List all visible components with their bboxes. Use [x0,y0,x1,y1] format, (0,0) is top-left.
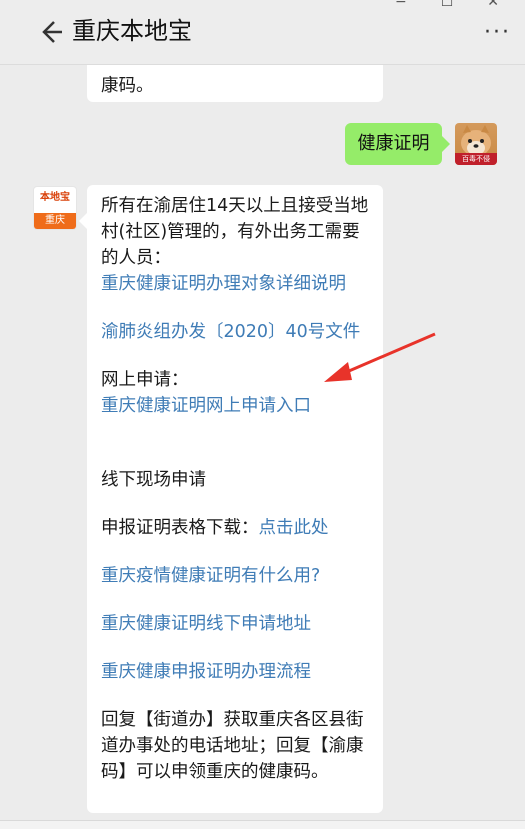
user-message-text: 健康证明 [357,133,430,154]
form-download-label: 申报证明表格下载： [101,518,259,538]
message-list[interactable]: 康码。 健康证明 百毒不侵 本地宝 重庆 所有在渝居住14天以上且接受当地村(社… [0,65,525,828]
form-download-row: 申报证明表格下载：点击此处 [101,515,369,541]
minimize-icon[interactable]: − [395,0,407,10]
offline-apply-label: 线下现场申请 [101,470,206,490]
link-click-here[interactable]: 点击此处 [259,518,329,538]
bot-avatar-logo: 本地宝 [40,192,70,203]
user-avatar[interactable]: 百毒不侵 [455,123,497,165]
link-offline-address[interactable]: 重庆健康证明线下申请地址 [101,611,369,637]
avatar-caption: 百毒不侵 [455,153,497,165]
previous-message-bubble: 康码。 [87,65,383,102]
clipped-text [101,65,369,73]
chat-title: 重庆本地宝 [72,17,192,45]
close-icon[interactable]: ✕ [487,0,499,10]
reply-footer-text: 回复【街道办】获取重庆各区县街道办事处的电话地址；回复【渝康码】可以申领重庆的健… [101,710,364,782]
dog-face-icon [461,125,491,156]
message-text: 康码。 [101,76,154,96]
user-message-bubble: 健康证明 [345,123,450,165]
more-options-icon[interactable]: ··· [484,20,511,45]
red-arrow-annotation [324,332,436,382]
back-arrow-icon[interactable] [36,18,64,46]
top-bar: − ☐ ✕ 重庆本地宝 ··· [0,0,525,65]
intro-text: 所有在渝居住14天以上且接受当地村(社区)管理的，有外出务工需要的人员： [101,196,369,268]
window-controls: − ☐ ✕ [395,0,499,10]
link-eligibility-details[interactable]: 重庆健康证明办理对象详细说明 [101,271,369,297]
link-online-apply-entry[interactable]: 重庆健康证明网上申请入口 [101,393,369,419]
bot-avatar[interactable]: 本地宝 重庆 [33,186,77,230]
bot-reply-bubble: 所有在渝居住14天以上且接受当地村(社区)管理的，有外出务工需要的人员： 重庆健… [79,185,383,813]
maximize-icon[interactable]: ☐ [441,0,454,10]
bot-avatar-city: 重庆 [34,213,76,229]
link-process-flow[interactable]: 重庆健康申报证明办理流程 [101,659,369,685]
link-certificate-usage[interactable]: 重庆疫情健康证明有什么用? [101,563,369,589]
